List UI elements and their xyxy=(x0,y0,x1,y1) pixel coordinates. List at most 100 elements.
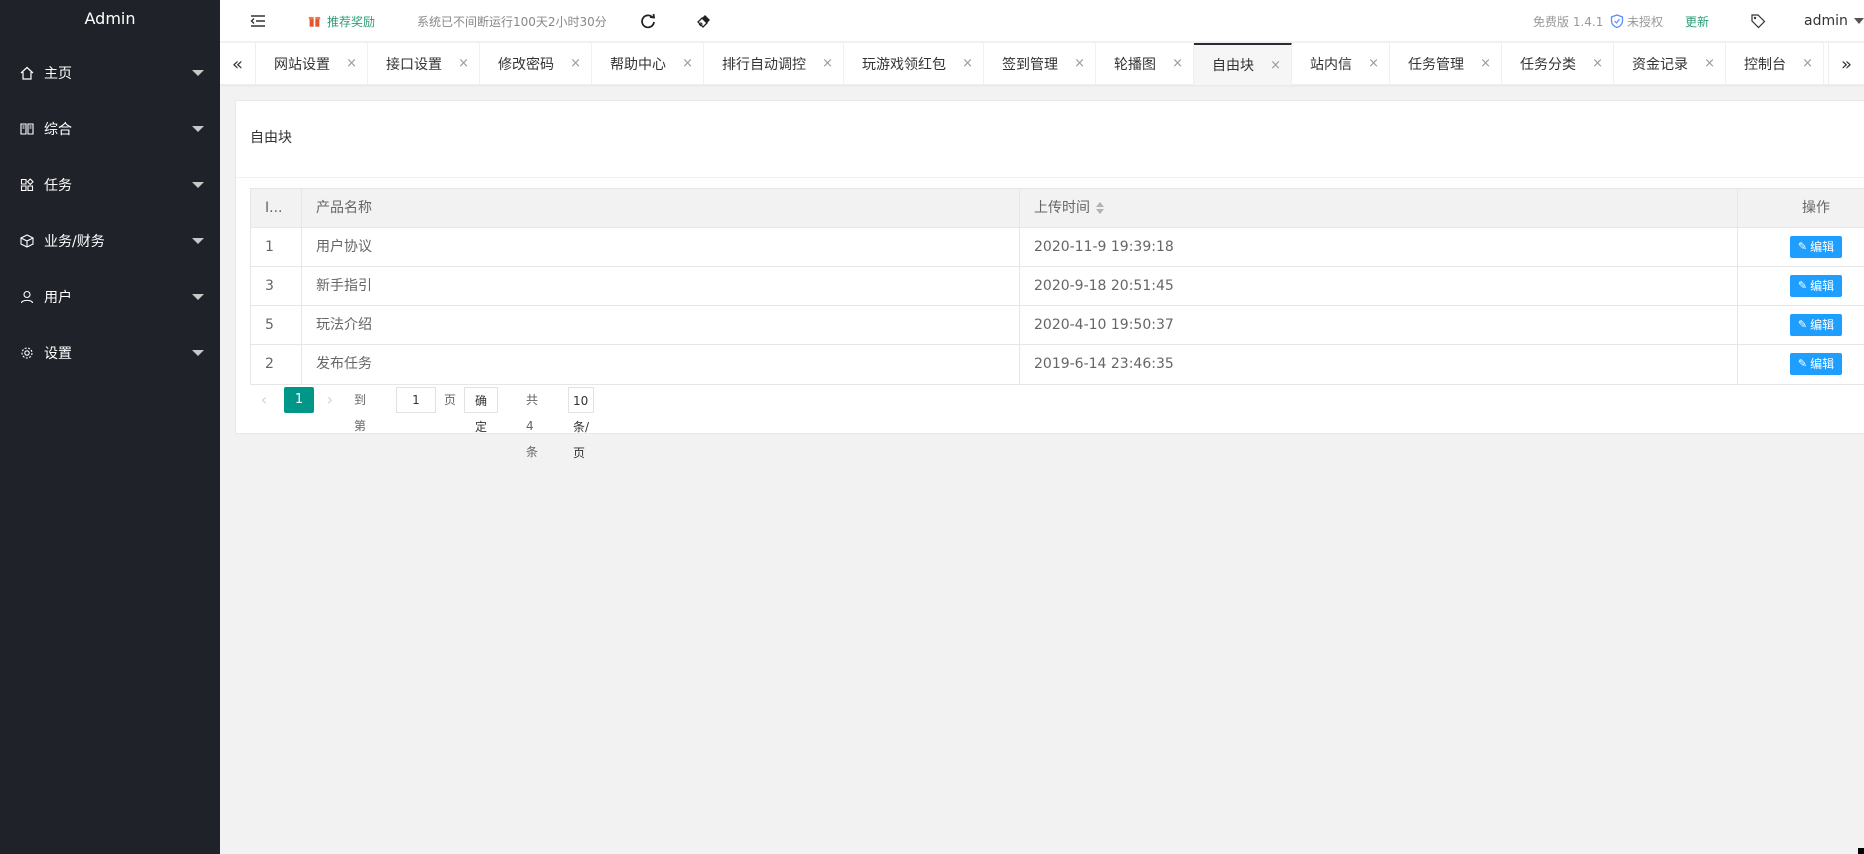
close-icon[interactable]: × xyxy=(1704,56,1715,71)
top-header: 推荐奖励 系统已不间断运行100天2小时30分 免费版 1.4.1 未授权 更新… xyxy=(220,0,1864,42)
tab-scroll-right-button[interactable]: » xyxy=(1828,43,1864,85)
sidebar-toggle-button[interactable] xyxy=(250,0,266,42)
column-header-id[interactable]: I... xyxy=(251,189,302,228)
sidebar-item-business-finance[interactable]: 业务/财务 xyxy=(0,213,220,269)
tab-checkin-management[interactable]: 签到管理 × xyxy=(984,43,1096,85)
edit-button[interactable]: ✎ 编辑 xyxy=(1790,275,1842,297)
close-icon[interactable]: × xyxy=(1074,56,1085,71)
cell-actions: ✎ 编辑 xyxy=(1738,306,1864,345)
cell-actions: ✎ 编辑 xyxy=(1738,267,1864,306)
cell-name: 新手指引 xyxy=(302,267,1020,306)
tab-label: 签到管理 xyxy=(1002,57,1058,73)
tab-fund-records[interactable]: 资金记录 × xyxy=(1614,43,1726,85)
edit-button[interactable]: ✎ 编辑 xyxy=(1790,236,1842,258)
column-header-time-label: 上传时间 xyxy=(1034,200,1090,216)
sidebar-item-label: 业务/财务 xyxy=(44,234,105,250)
tab-carousel[interactable]: 轮播图 × xyxy=(1096,43,1194,85)
edit-button-label: 编辑 xyxy=(1810,240,1835,254)
prev-page-button[interactable]: ‹ xyxy=(250,387,278,413)
page-title: 自由块 xyxy=(250,130,292,146)
sidebar-item-users[interactable]: 用户 xyxy=(0,269,220,325)
recommend-reward-link[interactable]: 推荐奖励 xyxy=(308,0,375,42)
sort-icon[interactable] xyxy=(1096,202,1104,214)
tab-free-block[interactable]: 自由块 × xyxy=(1194,43,1292,85)
tab-task-management[interactable]: 任务管理 × xyxy=(1390,43,1502,85)
refresh-button[interactable] xyxy=(640,0,656,42)
update-link[interactable]: 更新 xyxy=(1685,0,1709,42)
cell-time: 2020-11-9 19:39:18 xyxy=(1020,228,1738,267)
goto-page-confirm-button[interactable]: 确定 xyxy=(464,387,499,434)
tab-console[interactable]: 控制台 × xyxy=(1726,43,1824,85)
tab-task-category[interactable]: 任务分类 × xyxy=(1502,43,1614,85)
close-icon[interactable]: × xyxy=(1592,56,1603,71)
tab-label: 站内信 xyxy=(1310,57,1352,73)
close-icon[interactable]: × xyxy=(570,56,581,71)
clear-cache-button[interactable] xyxy=(696,0,712,42)
license-status-label: 未授权 xyxy=(1627,14,1664,29)
caret-down-icon xyxy=(1853,18,1864,24)
menu-fold-icon xyxy=(250,15,265,27)
tab-website-settings[interactable]: 网站设置 × xyxy=(256,43,368,85)
sidebar-item-label: 任务 xyxy=(44,178,72,194)
caret-down-icon xyxy=(192,70,204,76)
column-header-name: 产品名称 xyxy=(302,189,1020,228)
next-page-button[interactable]: › xyxy=(316,387,344,413)
tab-label: 修改密码 xyxy=(498,57,554,73)
column-header-time[interactable]: 上传时间 xyxy=(1020,189,1738,228)
sidebar-item-general[interactable]: 综合 xyxy=(0,101,220,157)
page-number-current[interactable]: 1 xyxy=(284,387,314,413)
tab-ranking-control[interactable]: 排行自动调控 × xyxy=(704,43,844,85)
close-icon[interactable]: × xyxy=(962,56,973,71)
sidebar-item-home[interactable]: 主页 xyxy=(0,45,220,101)
settings-icon xyxy=(21,347,33,359)
tab-scroll-left-button[interactable]: « xyxy=(220,43,256,85)
goto-page-prefix: 到第 xyxy=(354,393,367,433)
table-header-row: I... 产品名称 上传时间 操作 xyxy=(251,189,1864,228)
close-icon[interactable]: × xyxy=(1270,58,1281,73)
edit-button[interactable]: ✎ 编辑 xyxy=(1790,314,1842,336)
cell-id: 3 xyxy=(251,267,302,306)
tag-button[interactable] xyxy=(1750,0,1766,42)
caret-down-icon xyxy=(192,182,204,188)
goto-page-input[interactable] xyxy=(396,387,436,413)
user-menu[interactable]: admin xyxy=(1804,0,1864,42)
table-row: 3 新手指引 2020-9-18 20:51:45 ✎ 编辑 xyxy=(251,267,1864,306)
edit-icon: ✎ xyxy=(1797,357,1808,370)
tab-label: 任务分类 xyxy=(1520,57,1576,73)
recommend-reward-label: 推荐奖励 xyxy=(327,14,376,29)
tab-label: 玩游戏领红包 xyxy=(862,57,946,73)
close-icon[interactable]: × xyxy=(1802,56,1813,71)
total-count: 共 4 条 xyxy=(526,393,539,459)
sidebar-item-tasks[interactable]: 任务 xyxy=(0,157,220,213)
close-icon[interactable]: × xyxy=(1368,56,1379,71)
tag-icon xyxy=(1751,14,1766,29)
cell-id: 5 xyxy=(251,306,302,345)
close-icon[interactable]: × xyxy=(1172,56,1183,71)
app-logo: Admin xyxy=(84,9,136,28)
close-icon[interactable]: × xyxy=(822,56,833,71)
tab-site-messages[interactable]: 站内信 × xyxy=(1292,43,1390,85)
edit-button[interactable]: ✎ 编辑 xyxy=(1790,353,1842,375)
table-row: 5 玩法介绍 2020-4-10 19:50:37 ✎ 编辑 xyxy=(251,306,1864,345)
close-icon[interactable]: × xyxy=(346,56,357,71)
tab-change-password[interactable]: 修改密码 × xyxy=(480,43,592,85)
cell-name: 玩法介绍 xyxy=(302,306,1020,345)
close-icon[interactable]: × xyxy=(458,56,469,71)
tab-label: 轮播图 xyxy=(1114,57,1156,73)
page-size-select[interactable]: 10 条/页 xyxy=(568,387,595,460)
tab-game-redpacket[interactable]: 玩游戏领红包 × xyxy=(844,43,984,85)
cell-id: 2 xyxy=(251,345,302,384)
sidebar-item-settings[interactable]: 设置 xyxy=(0,325,220,381)
caret-down-icon xyxy=(192,350,204,356)
edit-button-label: 编辑 xyxy=(1810,318,1835,332)
caret-down-icon xyxy=(192,238,204,244)
close-icon[interactable]: × xyxy=(682,56,693,71)
tab-api-settings[interactable]: 接口设置 × xyxy=(368,43,480,85)
user-icon xyxy=(20,290,34,304)
close-icon[interactable]: × xyxy=(1480,56,1491,71)
version-text: 免费版 1.4.1 xyxy=(1533,14,1604,29)
tab-label: 资金记录 xyxy=(1632,57,1688,73)
card-header: 自由块 xyxy=(236,101,1864,178)
content-card: 自由块 I... 产品名称 上传时间 操作 1 用户协议 2020-11-9 1… xyxy=(235,100,1864,460)
tab-help-center[interactable]: 帮助中心 × xyxy=(592,43,704,85)
